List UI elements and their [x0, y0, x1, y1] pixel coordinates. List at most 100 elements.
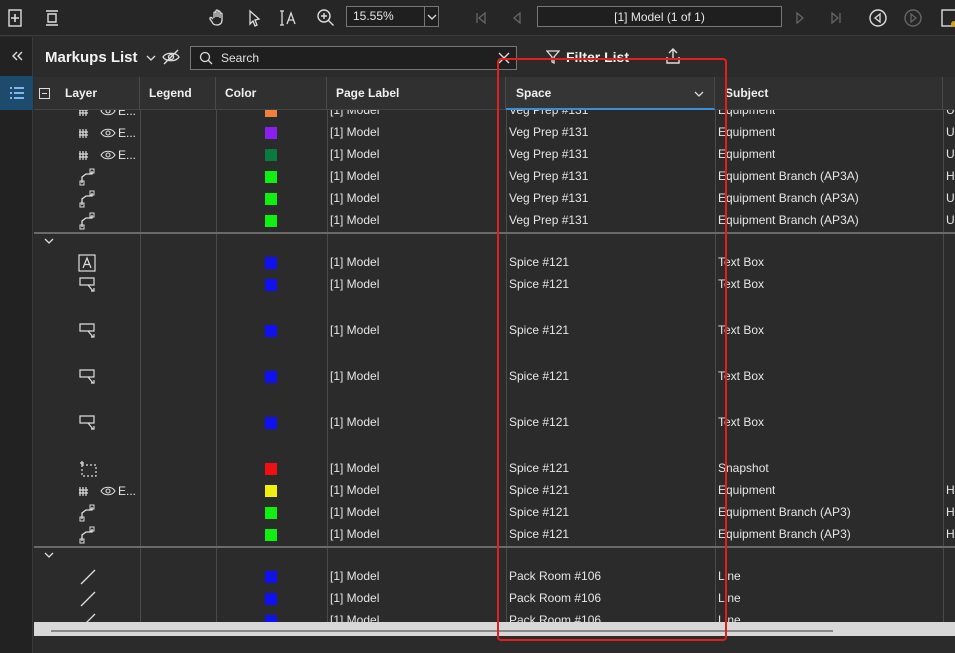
column-header-legend[interactable]: Legend [140, 77, 216, 110]
page-label-cell: [1] Model [330, 191, 380, 205]
table-row[interactable]: [1] Model Spice #121 Text Box [34, 252, 955, 274]
collapse-all-icon[interactable] [39, 88, 50, 102]
column-header-layer[interactable]: Layer [56, 77, 140, 110]
color-swatch[interactable] [265, 127, 277, 139]
color-swatch[interactable] [265, 257, 277, 269]
panel-header: Markups List Search Filter List [34, 37, 955, 77]
table-row[interactable]: [1] Model Pack Room #106 Line [34, 566, 955, 588]
hide-markups-icon[interactable] [161, 49, 181, 68]
column-header-page-label[interactable]: Page Label [327, 77, 506, 110]
page-label-cell: [1] Model [330, 110, 380, 117]
page-label-cell: [1] Model [330, 369, 380, 383]
table-row[interactable]: [1] Model Spice #121 Text Box [34, 274, 955, 296]
page-label-cell: [1] Model [330, 527, 380, 541]
page-label-cell: [1] Model [330, 461, 380, 475]
page-navigator[interactable]: [1] Model (1 of 1) [537, 6, 782, 27]
equipment-markup-icon: E... [78, 482, 136, 500]
table-row[interactable]: E... [1] Model Veg Prep #131 Equipment U [34, 144, 955, 166]
table-row[interactable]: [1] Model Pack Room #106 Line [34, 610, 955, 622]
next-view-icon[interactable] [901, 6, 925, 30]
zoom-icon[interactable] [314, 6, 338, 30]
table-row[interactable]: [1] Model Spice #121 Text Box [34, 412, 955, 434]
markups-list-tab-icon[interactable] [0, 76, 33, 110]
color-swatch[interactable] [265, 110, 277, 117]
panel-title[interactable]: Markups List [45, 49, 156, 66]
chevron-down-icon[interactable] [146, 54, 156, 62]
color-swatch[interactable] [265, 193, 277, 205]
color-swatch[interactable] [265, 529, 277, 541]
page-label-cell: [1] Model [330, 277, 380, 291]
color-swatch[interactable] [265, 371, 277, 383]
search-input[interactable]: Search [190, 46, 517, 70]
branch-markup-icon [78, 504, 98, 522]
table-row[interactable]: [1] Model Spice #121 Equipment Branch (AP3… [34, 524, 955, 546]
pan-hand-icon[interactable] [206, 6, 230, 30]
page-label-cell: [1] Model [330, 505, 380, 519]
select-text-icon[interactable] [277, 6, 301, 30]
panel-sidebar [0, 37, 33, 653]
table-row[interactable]: [1] Model Veg Prep #131 Equipment Branch (… [34, 210, 955, 232]
column-header-color[interactable]: Color [216, 77, 327, 110]
zoom-level-input[interactable]: 15.55% [346, 6, 439, 27]
layer-cell: E... [118, 126, 137, 140]
color-swatch[interactable] [265, 149, 277, 161]
column-header-row: Layer Legend Color Page Label Space Subj… [34, 77, 955, 110]
extra-column-cell: H [946, 483, 955, 497]
color-swatch[interactable] [265, 615, 277, 622]
group-separator [34, 232, 955, 234]
group-collapse-chevron-icon[interactable] [44, 548, 54, 562]
table-row[interactable]: [1] Model Pack Room #106 Line [34, 588, 955, 610]
color-swatch[interactable] [265, 571, 277, 583]
callout-markup-icon [78, 414, 98, 432]
equipment-markup-icon: E... [78, 146, 136, 164]
page-label-cell: [1] Model [330, 147, 380, 161]
sync-icon[interactable] [937, 6, 955, 30]
new-document-icon[interactable] [4, 6, 28, 30]
color-swatch[interactable] [265, 593, 277, 605]
page-label-cell: [1] Model [330, 613, 380, 622]
color-swatch[interactable] [265, 279, 277, 291]
search-icon [199, 51, 213, 65]
extra-column-cell: H [946, 505, 955, 519]
color-swatch[interactable] [265, 485, 277, 497]
markups-list-panel: Markups List Search Filter List Layer Le… [34, 37, 955, 653]
subject-cell: Equipment Branch (AP3) [718, 505, 851, 519]
color-swatch[interactable] [265, 171, 277, 183]
first-page-icon[interactable] [469, 6, 493, 30]
table-row[interactable]: E... [1] Model Veg Prep #131 Equipment U [34, 110, 955, 122]
table-row[interactable]: [1] Model Spice #121 Text Box [34, 366, 955, 388]
next-page-icon[interactable] [788, 6, 812, 30]
color-swatch[interactable] [265, 417, 277, 429]
previous-view-icon[interactable] [866, 6, 890, 30]
page-label-cell: [1] Model [330, 591, 380, 605]
callout-markup-icon [78, 276, 98, 294]
subject-cell: Equipment Branch (AP3A) [718, 191, 859, 205]
page-layout-icon[interactable] [40, 6, 64, 30]
table-row[interactable]: [1] Model Veg Prep #131 Equipment Branch (… [34, 166, 955, 188]
last-page-icon[interactable] [824, 6, 848, 30]
previous-page-icon[interactable] [505, 6, 529, 30]
horizontal-scrollbar[interactable] [34, 622, 955, 636]
page-label-cell: [1] Model [330, 483, 380, 497]
collapse-panel-icon[interactable] [0, 39, 33, 73]
chevron-down-icon[interactable] [424, 7, 438, 26]
color-swatch[interactable] [265, 215, 277, 227]
color-swatch[interactable] [265, 507, 277, 519]
branch-markup-icon [78, 190, 98, 208]
select-arrow-icon[interactable] [242, 6, 266, 30]
color-swatch[interactable] [265, 325, 277, 337]
table-row[interactable]: E... [1] Model Spice #121 Equipment H [34, 480, 955, 502]
column-header-subject[interactable]: Subject [715, 77, 943, 110]
page-label-cell: [1] Model [330, 415, 380, 429]
table-row[interactable]: [1] Model Spice #121 Equipment Branch (AP3… [34, 502, 955, 524]
equipment-markup-icon: E... [78, 124, 136, 142]
table-row[interactable]: E... [1] Model Veg Prep #131 Equipment U [34, 122, 955, 144]
table-row[interactable]: [1] Model Spice #121 Snapshot [34, 458, 955, 480]
table-row[interactable]: [1] Model Spice #121 Text Box [34, 320, 955, 342]
color-swatch[interactable] [265, 463, 277, 475]
page-label-cell: [1] Model [330, 213, 380, 227]
subject-cell: Equipment Branch (AP3A) [718, 169, 859, 183]
table-row[interactable]: [1] Model Veg Prep #131 Equipment Branch (… [34, 188, 955, 210]
group-collapse-chevron-icon[interactable] [44, 234, 54, 248]
extra-column-cell: U [946, 213, 955, 227]
